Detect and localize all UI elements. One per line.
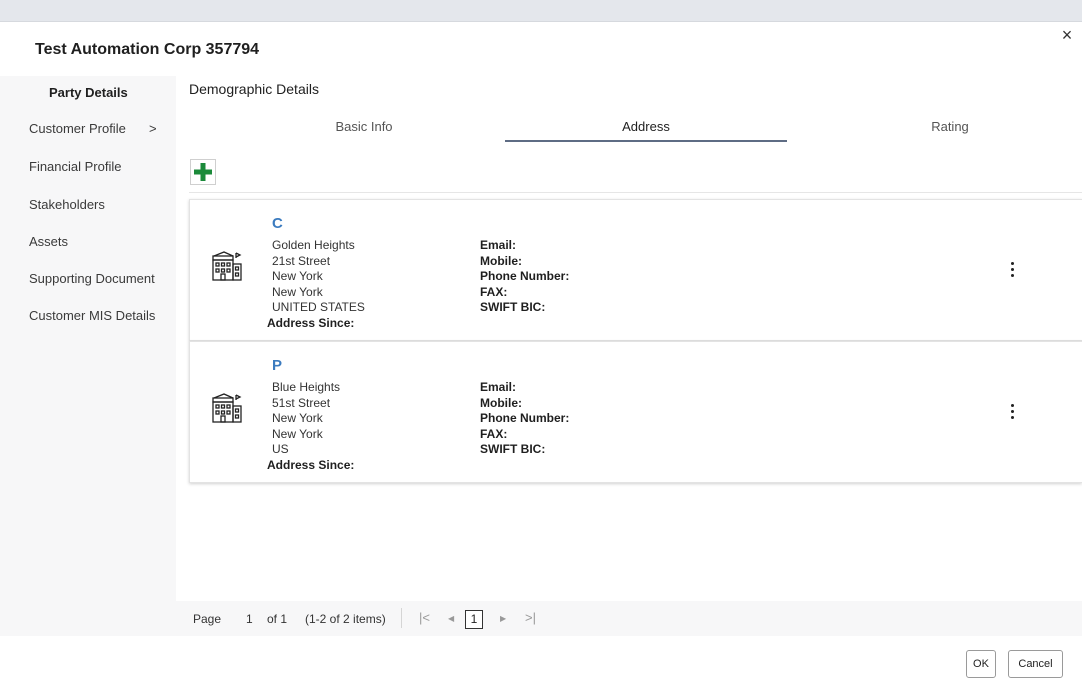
contact-lines: Email: Mobile: Phone Number: FAX: SWIFT … <box>480 380 569 458</box>
email-label: Email: <box>480 380 517 394</box>
modal-title: Test Automation Corp 357794 <box>35 41 260 58</box>
address-lines: Golden Heights 21st Street New York New … <box>272 238 365 316</box>
mobile-label: Mobile: <box>480 253 522 268</box>
chevron-right-icon: > <box>149 121 157 136</box>
sidebar-item-assets[interactable]: Assets <box>0 231 176 253</box>
tab-address[interactable]: Address <box>505 112 787 142</box>
close-icon[interactable]: × <box>1058 26 1076 44</box>
address-type: P <box>272 357 283 374</box>
phone-number-label: Phone Number: <box>480 269 570 283</box>
swift-bic-label: SWIFT BIC: <box>480 442 546 456</box>
swift-bic-label: SWIFT BIC: <box>480 300 546 314</box>
sidebar-item-supporting-document[interactable]: Supporting Document <box>0 268 176 290</box>
sidebar-item-label: Assets <box>29 234 69 249</box>
pager-divider <box>401 608 402 628</box>
address-line: New York <box>272 284 323 299</box>
sidebar-item-customer-profile[interactable]: Customer Profile > <box>0 118 176 140</box>
sidebar-item-stakeholders[interactable]: Stakeholders <box>0 194 176 216</box>
ok-button[interactable]: OK <box>966 650 996 678</box>
address-since-label: Address Since: <box>267 458 355 472</box>
address-line: UNITED STATES <box>272 300 365 314</box>
address-line: Blue Heights <box>272 380 341 394</box>
sidebar-item-label: Customer Profile <box>29 121 126 136</box>
contact-lines: Email: Mobile: Phone Number: FAX: SWIFT … <box>480 238 569 316</box>
sidebar-item-financial-profile[interactable]: Financial Profile <box>0 156 176 178</box>
address-since-label: Address Since: <box>267 316 355 330</box>
email-label: Email: <box>480 238 517 252</box>
section-title: Demographic Details <box>189 81 319 97</box>
phone-number-label: Phone Number: <box>480 411 570 425</box>
next-page-icon[interactable]: ▶ <box>500 614 506 623</box>
fax-label: FAX: <box>480 426 508 441</box>
tab-rating[interactable]: Rating <box>809 112 1082 142</box>
building-icon <box>211 244 243 287</box>
page-label: Page <box>193 612 222 626</box>
cancel-button[interactable]: Cancel <box>1008 650 1063 678</box>
sidebar-item-party-details[interactable]: Party Details <box>0 82 176 104</box>
building-icon <box>211 386 243 429</box>
previous-page-icon[interactable]: ◀ <box>448 614 454 623</box>
address-line: New York <box>272 426 323 441</box>
sidebar-item-label: Customer MIS Details <box>29 308 156 323</box>
address-card: C Golden Heights 21st Street New York Ne… <box>189 199 1082 341</box>
address-lines: Blue Heights 51st Street New York New Yo… <box>272 380 340 458</box>
tab-bar: Basic Info Address Rating <box>189 112 1082 144</box>
address-line: New York <box>272 411 323 425</box>
address-line: 51st Street <box>272 395 331 410</box>
pagination-bar: Page 1 of 1 (1-2 of 2 items) |< ◀ 1 ▶ >| <box>176 601 1082 636</box>
address-card: P Blue Heights 51st Street New York New … <box>189 341 1082 483</box>
sidebar-item-label: Supporting Document <box>29 271 155 286</box>
address-line: Golden Heights <box>272 238 355 252</box>
items-count-label: (1-2 of 2 items) <box>305 612 386 626</box>
page-number-button[interactable]: 1 <box>465 610 483 629</box>
more-options-icon[interactable] <box>1004 260 1020 282</box>
tab-basic-info[interactable]: Basic Info <box>223 112 505 142</box>
address-type: C <box>272 215 283 232</box>
last-page-icon[interactable]: >| <box>525 610 536 625</box>
first-page-icon[interactable]: |< <box>419 610 430 625</box>
more-options-icon[interactable] <box>1004 402 1020 424</box>
current-page-value: 1 <box>246 612 253 626</box>
divider <box>189 192 1082 193</box>
sidebar: Party Details Customer Profile > Financi… <box>0 76 176 636</box>
mobile-label: Mobile: <box>480 395 522 410</box>
add-address-button[interactable] <box>190 159 216 185</box>
sidebar-item-label: Financial Profile <box>29 159 122 174</box>
address-line: New York <box>272 269 323 283</box>
total-pages-label: of 1 <box>267 612 288 626</box>
top-strip <box>0 0 1082 22</box>
address-line: US <box>272 442 289 456</box>
sidebar-item-label: Party Details <box>49 85 128 100</box>
fax-label: FAX: <box>480 284 508 299</box>
plus-icon <box>194 163 212 181</box>
address-line: 21st Street <box>272 253 331 268</box>
sidebar-item-label: Stakeholders <box>29 197 105 212</box>
sidebar-item-customer-mis-details[interactable]: Customer MIS Details <box>0 305 176 327</box>
